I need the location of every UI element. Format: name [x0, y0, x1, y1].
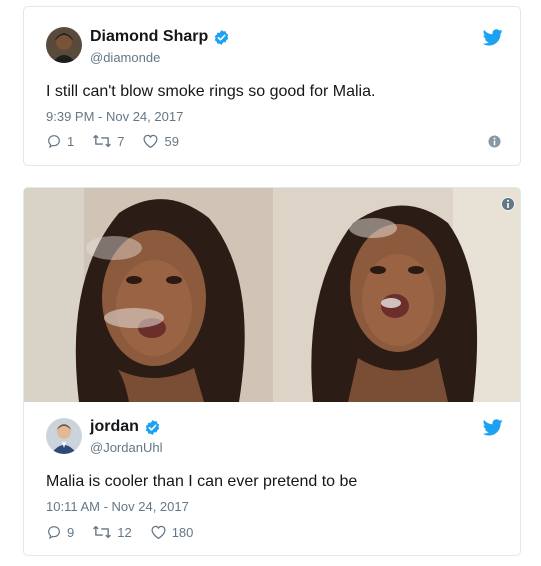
reply-button[interactable]: 1: [46, 133, 74, 149]
author-handle[interactable]: @JordanUhl: [90, 440, 162, 455]
tweet-timestamp[interactable]: 10:11 AM - Nov 24, 2017: [46, 499, 189, 514]
reply-icon: [48, 526, 60, 540]
like-count: 59: [164, 133, 179, 149]
author-name[interactable]: jordan: [90, 418, 161, 436]
media-info-icon[interactable]: [501, 197, 515, 211]
tweet-timestamp[interactable]: 9:39 PM - Nov 24, 2017: [46, 109, 183, 124]
like-icon: [151, 525, 166, 540]
avatar[interactable]: [46, 27, 82, 63]
tweet-card: jordan @JordanUhl Malia is cooler than I…: [23, 187, 521, 556]
like-icon: [143, 134, 158, 149]
retweet-button[interactable]: 12: [92, 524, 132, 540]
action-bar: 1 7 59: [46, 133, 197, 149]
action-bar: 9 12 180: [46, 524, 211, 540]
tweet-text: Malia is cooler than I can ever pretend …: [46, 473, 358, 490]
like-count: 180: [171, 524, 194, 540]
retweet-button[interactable]: 7: [92, 133, 124, 149]
reply-button[interactable]: 9: [46, 524, 74, 540]
reply-count: 1: [67, 133, 75, 149]
author-name[interactable]: Diamond Sharp: [90, 28, 230, 46]
twitter-bird-icon[interactable]: [483, 419, 503, 436]
author-handle[interactable]: @diamonde: [90, 50, 160, 65]
like-button[interactable]: 59: [142, 133, 179, 149]
reply-count: 9: [67, 524, 75, 540]
tweet-media[interactable]: [24, 188, 520, 402]
twitter-bird-icon[interactable]: [483, 29, 503, 46]
info-icon[interactable]: [488, 135, 501, 148]
verified-badge-icon: [145, 419, 160, 435]
retweet-count: 7: [117, 133, 125, 149]
like-button[interactable]: 180: [150, 524, 194, 540]
reply-icon: [48, 135, 60, 149]
media-image-left[interactable]: [24, 188, 273, 402]
tweet-card: Diamond Sharp @diamonde I still can't bl…: [23, 6, 521, 166]
retweet-icon: [93, 525, 112, 539]
author-name-text: jordan: [90, 418, 139, 435]
verified-badge-icon: [215, 29, 229, 45]
retweet-icon: [93, 134, 112, 148]
media-image-right[interactable]: [273, 188, 520, 402]
avatar[interactable]: [46, 418, 82, 454]
tweet-text: I still can't blow smoke rings so good f…: [46, 83, 376, 100]
retweet-count: 12: [117, 524, 132, 540]
author-name-text: Diamond Sharp: [90, 28, 209, 45]
